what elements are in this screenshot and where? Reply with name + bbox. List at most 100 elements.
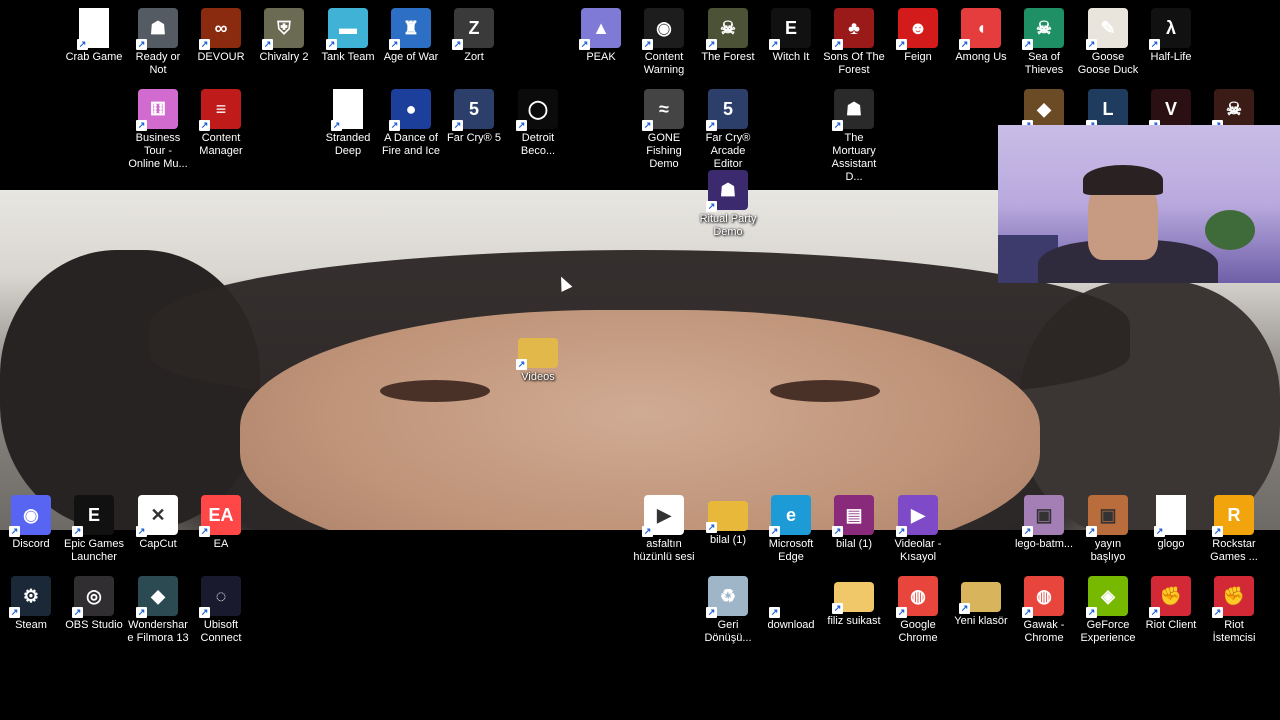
desktop-shortcut-gawak-chrome[interactable]: ◍ ↗ Gawak - Chrome [1013,572,1075,645]
desktop-shortcut-videolar-k-sayol[interactable]: ▶ ↗ Videolar - Kısayol [887,491,949,564]
shortcut-label: Among Us [955,51,1007,63]
desktop-shortcut-bilal-1[interactable]: ▤ ↗ bilal (1) [823,491,885,551]
shortcut-arrow-icon: ↗ [136,526,147,537]
desktop-shortcut-far-cry-arcade-editor[interactable]: 5 ↗ Far Cry® Arcade Editor [697,85,759,171]
skull-icon: ☠ ↗ [706,8,748,50]
shortcut-arrow-icon: ↗ [706,120,717,131]
desktop-shortcut-capcut[interactable]: ✕ ↗ CapCut [127,491,189,551]
desktop-shortcut-microsoft-edge[interactable]: e ↗ Microsoft Edge [760,491,822,564]
shortcut-label: GeForce Experience [1080,619,1136,644]
desktop-shortcut-wondershare-filmora-13[interactable]: ◆ ↗ Wondershare Filmora 13 [127,572,189,645]
desktop-shortcut-ea[interactable]: EA ↗ EA [190,491,252,551]
desktop-shortcut-zort[interactable]: Z ↗ Zort [443,4,505,64]
desktop-shortcut-league-icon[interactable]: L↗ [1077,85,1139,131]
file-icon: ↗ [77,8,109,50]
desktop-shortcut-content-warning[interactable]: ◉ ↗ Content Warning [633,4,695,77]
shortcut-label: download [767,619,815,631]
desktop-shortcut-ritual-party-demo[interactable]: ☗ ↗ Ritual Party Demo [697,166,759,239]
desktop-shortcut-steam[interactable]: ⚙ ↗ Steam [0,572,62,632]
mountain-icon: ▲ ↗ [579,8,621,50]
desktop-shortcut-bilal-1[interactable]: ↗ bilal (1) [697,491,759,547]
desktop-shortcut-sea-of-thieves[interactable]: ☠ ↗ Sea of Thieves [1013,4,1075,77]
desktop-shortcut-discord[interactable]: ◉ ↗ Discord [0,491,62,551]
desktop-shortcut-chivalry-2[interactable]: ⛨ ↗ Chivalry 2 [253,4,315,64]
desktop-shortcut-lego-batm[interactable]: ▣ ↗ lego-batm... [1013,491,1075,551]
desktop-shortcut-goose-goose-duck[interactable]: ✎ ↗ Goose Goose Duck [1077,4,1139,77]
soldier-icon: ☗ ↗ [136,8,178,50]
desktop-shortcut-far-cry-5[interactable]: 5 ↗ Far Cry® 5 [443,85,505,145]
forest-icon: ♣ ↗ [832,8,874,50]
desktop-shortcut-detroit-beco[interactable]: ◯ ↗ Detroit Beco... [507,85,569,158]
shortcut-label: Yeni klasör [954,615,1008,627]
desktop-shortcut-hearthstone-icon[interactable]: ◆↗ [1013,85,1075,131]
desktop-shortcut-geri-d-n[interactable]: ♻ ↗ Geri Dönüşü... [697,572,759,645]
desktop-shortcut-the-forest[interactable]: ☠ ↗ The Forest [697,4,759,64]
desktop-shortcut-filiz-suikast[interactable]: ↗ filiz suikast [823,572,885,628]
shortcut-label: GONE Fishing Demo [646,132,682,170]
desktop-shortcut-ready-or-not[interactable]: ☗ ↗ Ready or Not [127,4,189,77]
desktop-shortcut-glogo[interactable]: ↗ glogo [1140,491,1202,551]
hooded-figure-icon: ☗ ↗ [706,170,748,212]
shortcut-arrow-icon: ↗ [832,526,843,537]
feign-icon: ☻ ↗ [896,8,938,50]
desktop-shortcut-yeni-klas-r[interactable]: ↗ Yeni klasör [950,572,1012,628]
desktop-shortcut-valorant-icon[interactable]: V↗ [1140,85,1202,131]
desktop-shortcut-witch-it[interactable]: E ↗ Witch It [760,4,822,64]
desktop-shortcut-videos[interactable]: ↗ Videos [507,328,569,384]
desktop-shortcut-yay-n-ba-l-yo[interactable]: ▣ ↗ yayın başlıyo [1077,491,1139,564]
shortcut-arrow-icon: ↗ [516,120,527,131]
dice-icon: ⚅ ↗ [136,89,178,131]
desktop-shortcut-among-us[interactable]: ◖ ↗ Among Us [950,4,1012,64]
webcam-person-hair [1083,165,1163,195]
desktop-shortcut-devour[interactable]: ∞ ↗ DEVOUR [190,4,252,64]
shortcut-label: Ubisoft Connect [200,619,242,644]
shortcut-arrow-icon: ↗ [389,39,400,50]
file-icon: ↗ [331,89,363,131]
shortcut-label: Videos [521,371,555,383]
desktop-shortcut-feign[interactable]: ☻ ↗ Feign [887,4,949,64]
desktop-shortcut-asfalt-n-h-z-nl-sesi[interactable]: ▶ ↗ asfaltın hüzünlü sesi [633,491,695,564]
shortcut-arrow-icon: ↗ [389,120,400,131]
desktop-shortcut-sons-of-the-forest[interactable]: ♣ ↗ Sons Of The Forest [823,4,885,77]
desktop-shortcut-content-manager[interactable]: ≡ ↗ Content Manager [190,85,252,158]
desktop-shortcut-obs-studio[interactable]: ◎ ↗ OBS Studio [63,572,125,632]
desktop-shortcut-google-chrome[interactable]: ◍ ↗ Google Chrome [887,572,949,645]
desktop-shortcut-business-tour-online-mu[interactable]: ⚅ ↗ Business Tour - Online Mu... [127,85,189,171]
wallpaper-eye-right [770,380,880,402]
desktop-shortcut-epic-games-launcher[interactable]: E ↗ Epic Games Launcher [63,491,125,564]
desktop-shortcut-half-life[interactable]: λ ↗ Half-Life [1140,4,1202,64]
shortcut-arrow-icon: ↗ [832,603,843,614]
shortcut-arrow-icon: ↗ [331,120,342,131]
shortcut-label: Riot İstemcisi [1212,619,1256,644]
desktop-shortcut-peak[interactable]: ▲ ↗ PEAK [570,4,632,64]
shortcut-arrow-icon: ↗ [706,39,717,50]
desktop-shortcut-stranded-deep[interactable]: ↗ Stranded Deep [317,85,379,158]
blank-icon: ↗ [769,576,811,618]
shortcut-label: Age of War [383,51,439,63]
desktop-shortcut-ubisoft-connect[interactable]: ◌ ↗ Ubisoft Connect [190,572,252,645]
desktop-shortcut-rockstar-games[interactable]: R ↗ Rockstar Games ... [1203,491,1265,564]
desktop-shortcut-age-of-war[interactable]: ♜ ↗ Age of War [380,4,442,64]
ring-icon: ◯ ↗ [516,89,558,131]
desktop-shortcut-geforce-experience[interactable]: ◈ ↗ GeForce Experience [1077,572,1139,645]
shortcut-label: Tank Team [321,51,375,63]
desktop-shortcut-gone-fishing-demo[interactable]: ≈ ↗ GONE Fishing Demo [633,85,695,171]
desktop-shortcut-riot-i-stemcisi[interactable]: ✊ ↗ Riot İstemcisi [1203,572,1265,645]
desktop-shortcut-riot-client[interactable]: ✊ ↗ Riot Client [1140,572,1202,632]
desktop-shortcut-horror-icon[interactable]: ☠↗ [1203,85,1265,131]
desktop-shortcut-tank-team[interactable]: ▬ ↗ Tank Team [317,4,379,64]
shortcut-label: Business Tour - Online Mu... [128,132,188,170]
shortcut-arrow-icon: ↗ [832,120,843,131]
farcry-icon: 5 ↗ [706,89,748,131]
devour-icon: ∞ ↗ [199,8,241,50]
desktop-shortcut-crab-game[interactable]: ↗ Crab Game [63,4,125,64]
desktop-shortcut-download[interactable]: ↗ download [760,572,822,632]
desktop-shortcut-the-mortuary-assistant-d[interactable]: ☗ ↗ The Mortuary Assistant D... [823,85,885,184]
webcam-overlay [998,125,1280,283]
zort-icon: Z ↗ [452,8,494,50]
desktop-shortcut-a-dance-of-fire-and-ice[interactable]: ● ↗ A Dance of Fire and Ice [380,85,442,158]
shortcut-arrow-icon: ↗ [9,526,20,537]
shortcut-arrow-icon: ↗ [199,39,210,50]
league-icon: L↗ [1086,89,1128,131]
farcry-icon: 5 ↗ [452,89,494,131]
